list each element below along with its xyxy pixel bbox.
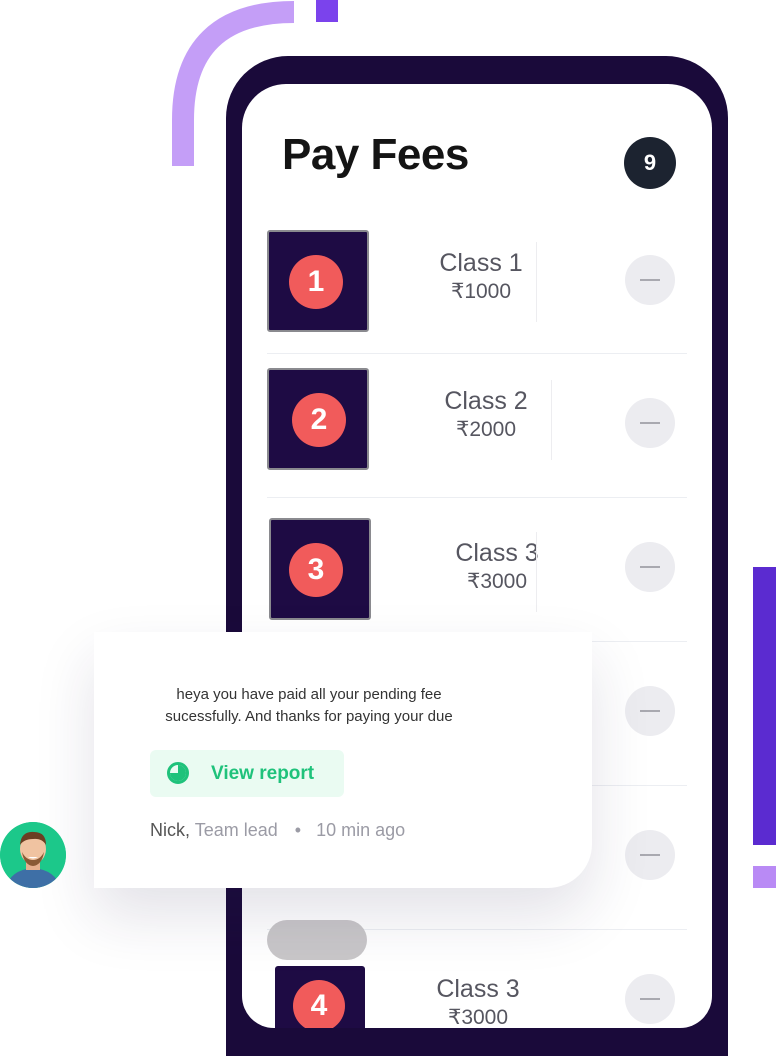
phone-frame: Pay Fees 9 1 Class 1 ₹1000 2 Class 2 ₹20… <box>226 56 728 1056</box>
remove-button[interactable] <box>625 542 675 592</box>
minus-icon <box>640 422 660 424</box>
minus-icon <box>640 279 660 281</box>
meta-separator: • <box>294 820 302 840</box>
class-name: Class 1 <box>439 249 523 277</box>
fee-row: 4 Class 3 ₹3000 <box>267 930 687 1028</box>
remove-button[interactable] <box>625 974 675 1024</box>
author-role: Team lead <box>194 820 278 840</box>
view-report-label: View report <box>211 763 315 784</box>
decorative-square-small <box>753 866 776 888</box>
fee-text: Class 1 ₹1000 <box>426 248 536 306</box>
divider <box>536 532 537 612</box>
remove-button[interactable] <box>625 830 675 880</box>
minus-icon <box>640 854 660 856</box>
class-number-badge: 3 <box>289 543 343 597</box>
notification-card: heya you have paid all your pending fee … <box>94 632 592 888</box>
pie-chart-icon <box>167 762 189 784</box>
decorative-square <box>316 0 338 22</box>
minus-icon <box>640 566 660 568</box>
avatar[interactable] <box>0 822 66 888</box>
fee-text: Class 2 ₹2000 <box>431 386 541 444</box>
fee-row: 3 Class 3 ₹3000 <box>267 498 687 642</box>
divider <box>536 242 537 322</box>
fee-amount: ₹2000 <box>455 418 517 441</box>
fee-amount: ₹1000 <box>450 280 512 303</box>
count-badge: 9 <box>624 137 676 189</box>
fee-text: Class 3 ₹3000 <box>423 974 533 1028</box>
fee-amount: ₹3000 <box>447 1006 509 1028</box>
view-report-button[interactable]: View report <box>150 750 344 797</box>
notification-meta: Nick, Team lead • 10 min ago <box>150 820 405 841</box>
author-name: Nick, <box>150 820 190 840</box>
page-title: Pay Fees <box>282 130 469 179</box>
class-name: Class 3 <box>436 975 520 1003</box>
class-number-badge: 2 <box>292 393 346 447</box>
class-name: Class 2 <box>444 387 528 415</box>
remove-button[interactable] <box>625 398 675 448</box>
avatar-image <box>0 822 66 888</box>
remove-button[interactable] <box>625 255 675 305</box>
class-number-badge: 1 <box>289 255 343 309</box>
minus-icon <box>640 710 660 712</box>
fee-row: 2 Class 2 ₹2000 <box>267 354 687 498</box>
divider <box>551 380 552 460</box>
notification-message: heya you have paid all your pending fee … <box>165 686 453 725</box>
remove-button[interactable] <box>625 686 675 736</box>
decorative-bar <box>753 567 776 845</box>
class-number-badge: 4 <box>293 980 345 1028</box>
minus-icon <box>640 998 660 1000</box>
notification-time: 10 min ago <box>316 820 406 840</box>
fee-row: 1 Class 1 ₹1000 <box>267 210 687 354</box>
